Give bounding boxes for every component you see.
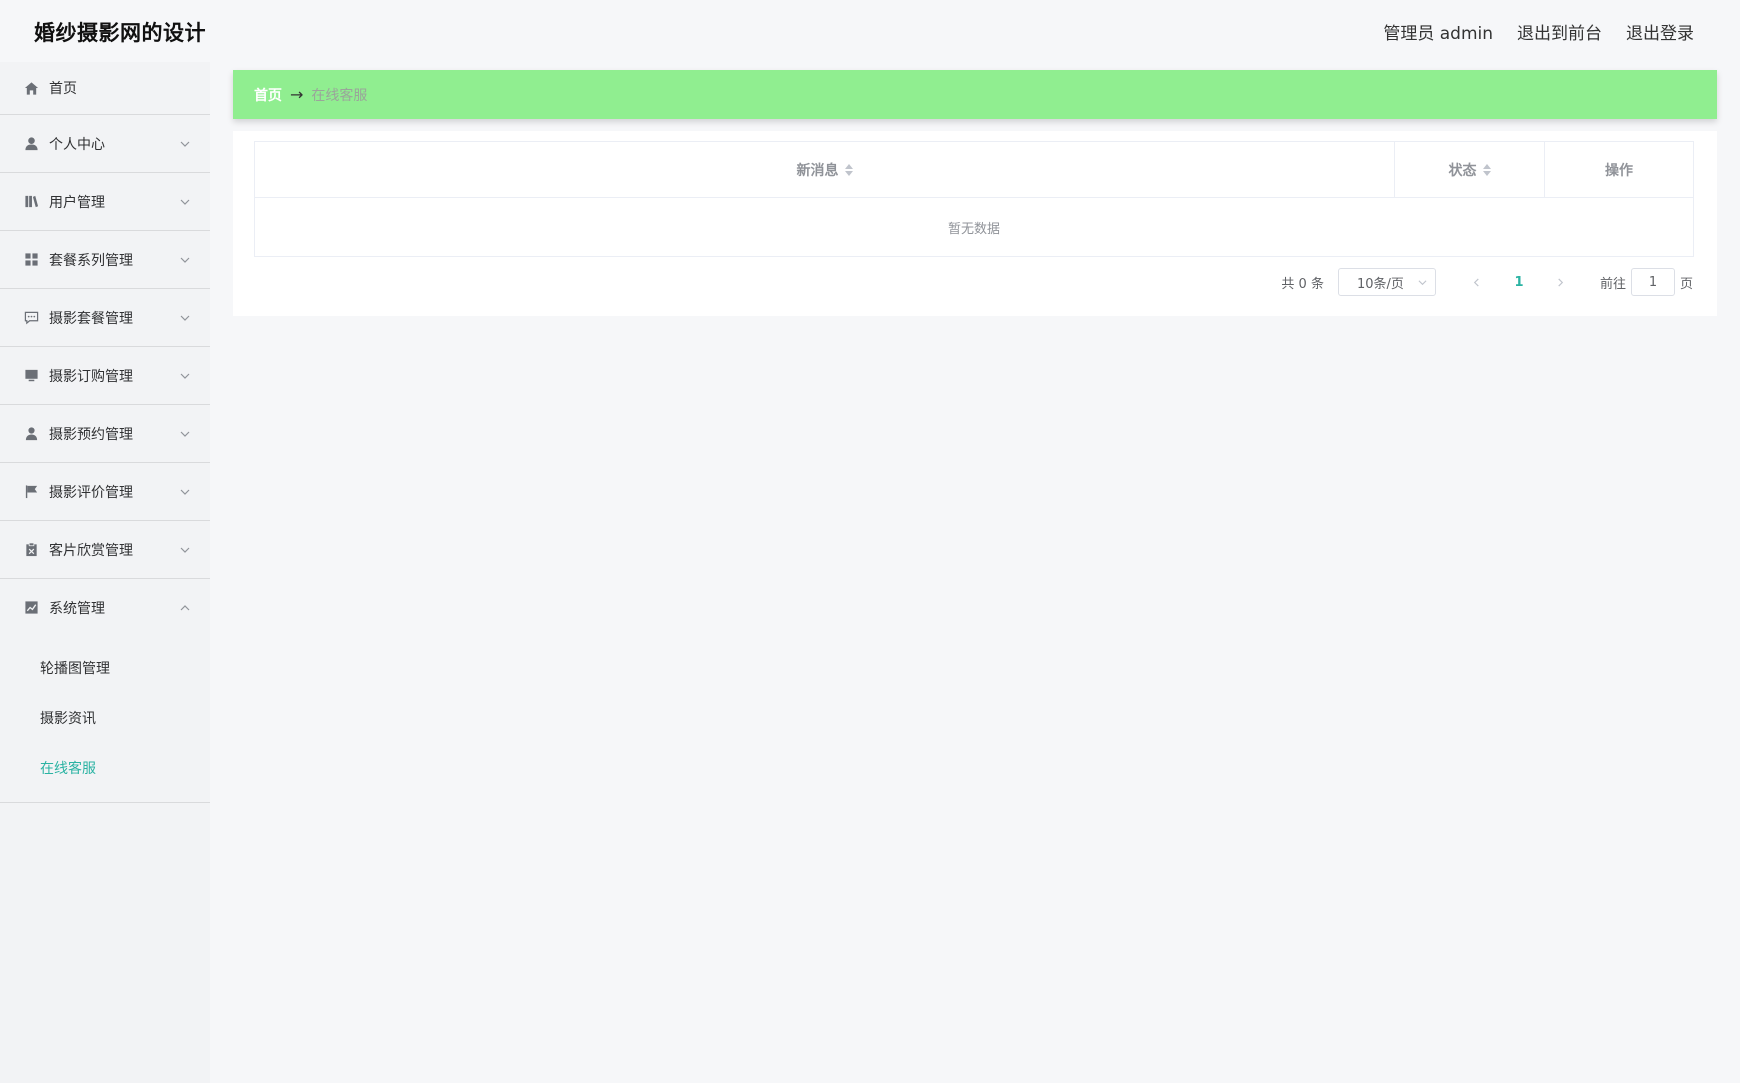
flag-icon bbox=[24, 484, 39, 499]
monitor-icon bbox=[24, 368, 39, 383]
sort-icon[interactable] bbox=[1482, 163, 1491, 176]
sidebar-item-personal-center[interactable]: 个人中心 bbox=[0, 115, 210, 173]
goto-label: 前往 bbox=[1599, 276, 1626, 292]
breadcrumb: 首页 → 在线客服 bbox=[233, 70, 1717, 119]
table-header: 新消息 状态 操作 bbox=[255, 142, 1693, 198]
sidebar-item-photo-package[interactable]: 摄影套餐管理 bbox=[0, 289, 210, 347]
next-page-button[interactable] bbox=[1546, 268, 1576, 296]
sidebar-subitem-photo-news[interactable]: 摄影资讯 bbox=[0, 694, 210, 744]
person-icon bbox=[24, 426, 39, 441]
sidebar-item-photo-appointment[interactable]: 摄影预约管理 bbox=[0, 405, 210, 463]
home-icon bbox=[24, 81, 39, 96]
column-header-label: 新消息 bbox=[796, 162, 839, 179]
grid-icon bbox=[24, 252, 39, 267]
chevron-down-icon bbox=[180, 545, 190, 555]
app-title: 婚纱摄影网的设计 bbox=[34, 21, 206, 45]
pagination-total: 共 0 条 bbox=[1281, 276, 1324, 292]
page-number-button[interactable]: 1 bbox=[1504, 268, 1534, 296]
sidebar-item-label: 客片欣赏管理 bbox=[49, 542, 133, 559]
clipboard-icon bbox=[24, 542, 39, 557]
sidebar-item-package-series[interactable]: 套餐系列管理 bbox=[0, 231, 210, 289]
sort-icon[interactable] bbox=[844, 163, 853, 176]
chevron-down-icon bbox=[180, 371, 190, 381]
sidebar-item-label: 系统管理 bbox=[49, 600, 105, 617]
sidebar-subitem-online-service[interactable]: 在线客服 bbox=[0, 744, 210, 794]
top-header: 婚纱摄影网的设计 管理员 admin 退出到前台 退出登录 bbox=[0, 0, 1740, 62]
column-header-label: 状态 bbox=[1448, 162, 1477, 179]
column-header-actions: 操作 bbox=[1545, 142, 1693, 197]
page-size-select[interactable]: 10条/页 bbox=[1337, 268, 1436, 296]
header-links: 管理员 admin 退出到前台 退出登录 bbox=[1383, 19, 1694, 44]
chart-icon bbox=[24, 600, 39, 615]
logout-link[interactable]: 退出登录 bbox=[1626, 19, 1694, 44]
content-panel: 新消息 状态 操作 暂无数据 共 0 条 10条/页 1 前往 1 页 bbox=[233, 131, 1717, 316]
chevron-down-icon bbox=[180, 255, 190, 265]
system-submenu: 轮播图管理 摄影资讯 在线客服 bbox=[0, 636, 210, 803]
chevron-down-icon bbox=[180, 197, 190, 207]
chevron-down-icon bbox=[180, 313, 190, 323]
breadcrumb-separator: → bbox=[290, 85, 304, 104]
breadcrumb-current: 在线客服 bbox=[311, 87, 368, 104]
column-header-status[interactable]: 状态 bbox=[1395, 142, 1545, 197]
column-header-label: 操作 bbox=[1605, 162, 1633, 179]
page-size-value: 10条/页 bbox=[1356, 276, 1404, 292]
sidebar: 首页 个人中心 用户管理 套餐系列管理 摄影套餐管理 摄影订购管理 摄影预约管理… bbox=[0, 62, 210, 1083]
message-table: 新消息 状态 操作 暂无数据 bbox=[254, 141, 1694, 257]
sidebar-item-client-gallery[interactable]: 客片欣赏管理 bbox=[0, 521, 210, 579]
page-suffix: 页 bbox=[1679, 276, 1693, 292]
sidebar-item-label: 用户管理 bbox=[49, 194, 105, 211]
sidebar-item-label: 摄影套餐管理 bbox=[49, 310, 133, 327]
user-icon bbox=[24, 136, 39, 151]
chevron-down-icon bbox=[180, 429, 190, 439]
breadcrumb-home-link[interactable]: 首页 bbox=[254, 85, 282, 105]
table-empty-state: 暂无数据 bbox=[947, 221, 1000, 237]
chevron-down-icon bbox=[180, 139, 190, 149]
pagination: 共 0 条 10条/页 1 前往 页 bbox=[1281, 268, 1693, 296]
sidebar-item-photo-review[interactable]: 摄影评价管理 bbox=[0, 463, 210, 521]
admin-label: 管理员 admin bbox=[1383, 24, 1493, 44]
book-icon bbox=[24, 194, 39, 209]
sidebar-item-label: 摄影评价管理 bbox=[49, 484, 133, 501]
sidebar-item-photo-order[interactable]: 摄影订购管理 bbox=[0, 347, 210, 405]
column-header-new-message[interactable]: 新消息 bbox=[255, 142, 1395, 197]
goto-page-input[interactable] bbox=[1630, 268, 1675, 296]
chat-icon bbox=[24, 310, 39, 325]
sidebar-item-label: 套餐系列管理 bbox=[49, 252, 133, 269]
sidebar-item-label: 摄影订购管理 bbox=[49, 368, 133, 385]
sidebar-item-label: 个人中心 bbox=[49, 136, 105, 153]
sidebar-subitem-carousel[interactable]: 轮播图管理 bbox=[0, 644, 210, 694]
page-jumper: 前往 页 bbox=[1600, 268, 1693, 296]
prev-page-button[interactable] bbox=[1462, 268, 1492, 296]
chevron-down-icon bbox=[1418, 278, 1427, 287]
sidebar-item-user-management[interactable]: 用户管理 bbox=[0, 173, 210, 231]
sidebar-item-home[interactable]: 首页 bbox=[0, 62, 210, 115]
sidebar-item-system-management[interactable]: 系统管理 bbox=[0, 579, 210, 636]
chevron-up-icon bbox=[180, 603, 190, 613]
chevron-down-icon bbox=[180, 487, 190, 497]
chevron-right-icon bbox=[1558, 277, 1564, 287]
chevron-left-icon bbox=[1474, 277, 1480, 287]
sidebar-item-label: 摄影预约管理 bbox=[49, 426, 133, 443]
front-link[interactable]: 退出到前台 bbox=[1517, 19, 1602, 44]
sidebar-item-label: 首页 bbox=[49, 81, 77, 97]
